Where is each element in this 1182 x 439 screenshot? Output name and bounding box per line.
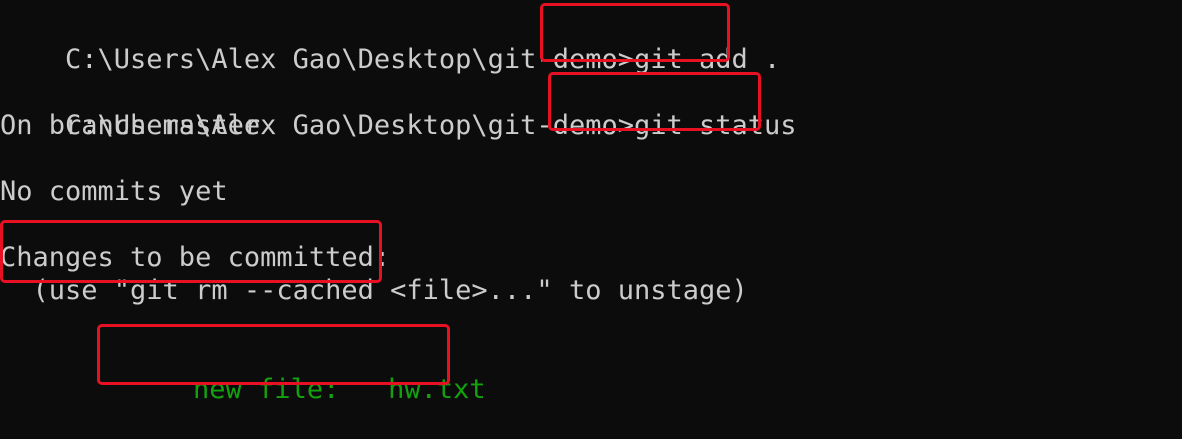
terminal-window[interactable]: C:\Users\Alex Gao\Desktop\git-demo>git a… xyxy=(0,0,1182,409)
command-line-1: C:\Users\Alex Gao\Desktop\git-demo>git a… xyxy=(0,10,780,75)
output-unstage-hint: (use "git rm --cached <file>..." to unst… xyxy=(0,275,748,306)
output-no-commits-line: No commits yet xyxy=(0,176,228,207)
output-new-file-line: new file: hw.txt xyxy=(128,340,486,405)
command-git-add: git add . xyxy=(633,44,781,75)
command-line-2: C:\Users\Alex Gao\Desktop\git-demo>git s… xyxy=(0,76,797,141)
new-file-name: hw.txt xyxy=(388,374,486,405)
prompt-1: C:\Users\Alex Gao\Desktop\git-demo> xyxy=(65,44,634,75)
output-branch-line: On branch master xyxy=(0,110,261,141)
output-changes-header: Changes to be committed: xyxy=(0,242,391,273)
command-git-status: git status xyxy=(633,110,797,141)
new-file-label: new file: xyxy=(193,374,340,405)
